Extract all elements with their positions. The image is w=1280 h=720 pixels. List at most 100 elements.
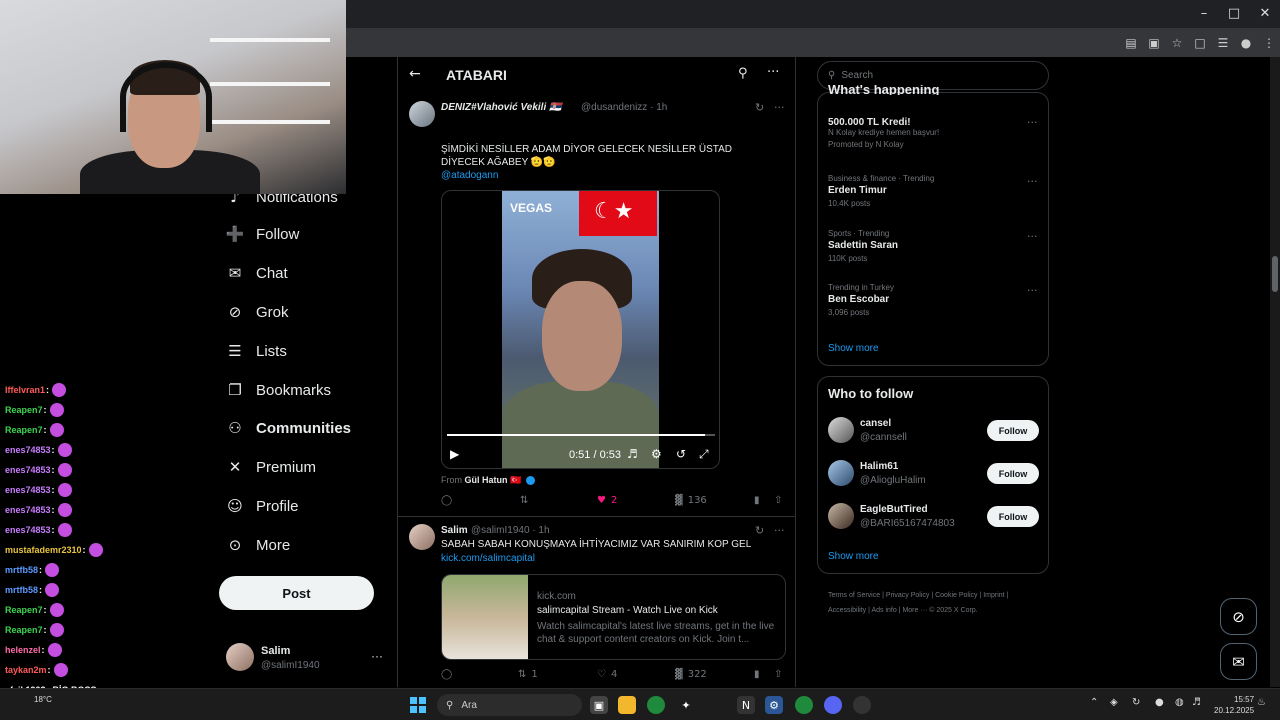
trend-item[interactable]: Trending in Turkey Ben Escobar 3,096 posts <box>828 283 894 317</box>
follow-button[interactable]: Follow <box>987 463 1039 484</box>
grok-icon[interactable]: ↻ <box>755 101 764 114</box>
trend-more-icon[interactable]: ··· <box>1027 175 1038 188</box>
sidebar-item-bookmarks[interactable]: ❐ Bookmarks <box>226 377 331 403</box>
search-icon[interactable]: ⚲ <box>738 66 748 81</box>
settings-icon[interactable]: ⚙ <box>651 447 662 461</box>
more-icon[interactable]: ··· <box>767 65 779 80</box>
tray-network-icon[interactable]: ◈ <box>1110 697 1118 708</box>
chat-username[interactable]: mustafademr2310 <box>5 545 82 555</box>
tweet-mention-link[interactable]: @atadogann <box>441 170 498 181</box>
menu-icon[interactable]: ⋮ <box>1258 28 1280 57</box>
chat-username[interactable]: mrtfb58 <box>5 565 38 575</box>
trend-item[interactable]: Sports · Trending Sadettin Saran 110K post… <box>828 229 898 263</box>
tweet-more-icon[interactable]: ··· <box>774 524 785 537</box>
chat-username[interactable]: enes74853 <box>5 445 51 455</box>
tweet-link[interactable]: kick.com/salimcapital <box>441 553 535 564</box>
translate-icon[interactable]: ▣ <box>1143 28 1165 57</box>
chat-username[interactable]: Reapen7 <box>5 405 43 415</box>
chat-username[interactable]: Iffelvran1 <box>5 385 45 395</box>
notification-bell-icon[interactable]: ♨ <box>1257 697 1266 708</box>
suggestion-handle[interactable]: @BARI65167474803 <box>860 518 955 529</box>
follow-show-more-link[interactable]: Show more <box>828 551 879 562</box>
profile-icon[interactable]: ● <box>1235 28 1257 57</box>
tray-mic-icon[interactable]: ● <box>1155 697 1164 708</box>
close-icon[interactable]: ✕ <box>1255 6 1275 21</box>
avatar[interactable] <box>409 101 435 127</box>
task-view-icon[interactable]: ▣ <box>590 696 608 714</box>
views-button[interactable]: ▓ 322 <box>675 669 707 680</box>
chat-username[interactable]: enes74853 <box>5 505 51 515</box>
obs-icon[interactable] <box>853 696 871 714</box>
repost-button[interactable]: ⇅ <box>520 495 528 506</box>
scrollbar-thumb[interactable] <box>1272 256 1278 292</box>
chat-username[interactable]: taykan2m <box>5 665 47 675</box>
like-button[interactable]: ♡ 4 <box>597 669 617 680</box>
volume-icon[interactable]: ♬ <box>627 447 638 461</box>
tray-volume-icon[interactable]: ♬ <box>1192 697 1201 708</box>
chat-username[interactable]: Reapen7 <box>5 425 43 435</box>
media-icon[interactable]: ☰ <box>1212 28 1234 57</box>
back-arrow-icon[interactable]: ← <box>409 66 421 82</box>
avatar[interactable] <box>409 524 435 550</box>
trends-show-more-link[interactable]: Show more <box>828 343 879 354</box>
sidebar-item-follow[interactable]: ➕ Follow <box>226 221 300 247</box>
chat-username[interactable]: enes74853 <box>5 465 51 475</box>
post-button[interactable]: Post <box>219 576 374 610</box>
suggestion-name[interactable]: cansel <box>860 418 891 429</box>
replay-icon[interactable]: ↺ <box>676 447 686 461</box>
share-button[interactable]: ⇧ <box>774 495 782 506</box>
chat-username[interactable]: Reapen7 <box>5 605 43 615</box>
trend-more-icon[interactable]: ··· <box>1027 230 1038 243</box>
reply-button[interactable]: ◯ <box>441 495 452 506</box>
chrome-icon[interactable] <box>647 696 665 714</box>
capcut-icon[interactable]: ✦ <box>677 696 695 714</box>
fullscreen-icon[interactable]: ⤢ <box>699 447 709 462</box>
chat-username[interactable]: enes74853 <box>5 525 51 535</box>
sidebar-item-lists[interactable]: ☰ Lists <box>226 338 287 364</box>
avatar[interactable] <box>828 503 854 529</box>
chrome-active-icon[interactable] <box>795 696 813 714</box>
sidebar-item-communities[interactable]: ⚇ Communities <box>226 415 351 441</box>
sidebar-item-premium[interactable]: ✕ Premium <box>226 454 316 480</box>
repost-button[interactable]: ⇅ 1 <box>518 669 538 680</box>
avatar[interactable] <box>828 460 854 486</box>
tweet-handle[interactable]: @dusandenizz · 1h <box>581 102 667 113</box>
chat-username[interactable]: enes74853 <box>5 485 51 495</box>
extensions-icon[interactable]: □ <box>1189 28 1211 57</box>
tweet-author[interactable]: DENIZ#Vlahović Vekili 🇷🇸 <box>441 102 561 113</box>
tweet-more-icon[interactable]: ··· <box>774 101 785 114</box>
from-name[interactable]: Gül Hatun 🇹🇷 <box>465 475 522 485</box>
link-card[interactable]: kick.com salimcapital Stream - Watch Liv… <box>441 574 786 660</box>
bookmark-button[interactable]: ▮ <box>754 495 760 506</box>
suggestion-handle[interactable]: @cannsell <box>860 432 907 443</box>
star-icon[interactable]: ☆ <box>1166 28 1188 57</box>
follow-button[interactable]: Follow <box>987 420 1039 441</box>
trend-more-icon[interactable]: ··· <box>1027 116 1038 129</box>
avatar[interactable] <box>226 643 254 671</box>
sidebar-item-chat[interactable]: ✉ Chat <box>226 260 288 286</box>
steam-icon[interactable]: ⚙ <box>765 696 783 714</box>
discord-icon[interactable] <box>824 696 842 714</box>
search-input[interactable] <box>841 70 1032 81</box>
tweet-handle[interactable]: @salimI1940 · 1h <box>471 525 550 536</box>
scrollbar[interactable] <box>1270 57 1280 687</box>
chat-username[interactable]: Reapen7 <box>5 625 43 635</box>
tweet-author[interactable]: Salim <box>441 525 468 536</box>
suggestion-handle[interactable]: @AliogluHalim <box>860 475 926 486</box>
chat-username[interactable]: mrtfb58 <box>5 585 38 595</box>
video-player[interactable]: ☾★ VEGAS ▶ 0:51 / 0:53 ♬ ⚙ ↺ ⤢ <box>441 190 720 469</box>
bookmark-button[interactable]: ▮ <box>754 669 760 680</box>
chat-username[interactable]: helenzel <box>5 645 41 655</box>
file-explorer-icon[interactable] <box>618 696 636 714</box>
tray-chevron-icon[interactable]: ⌃ <box>1090 697 1098 708</box>
tray-wifi-icon[interactable]: ◍ <box>1175 697 1184 708</box>
install-app-icon[interactable]: ▤ <box>1120 28 1142 57</box>
footer-links[interactable]: Terms of Service | Privacy Policy | Cook… <box>828 588 1043 618</box>
suggestion-name[interactable]: Halim61 <box>860 461 898 472</box>
taskbar-search[interactable]: ⚲ Ara <box>437 694 582 716</box>
trend-item[interactable]: 500.000 TL Kredi! N Kolay krediye hemen b… <box>828 115 939 149</box>
sidebar-item-notifications[interactable]: ♪ Notifications <box>226 194 338 206</box>
minimize-icon[interactable]: – <box>1194 6 1214 21</box>
like-button[interactable]: ♥ 2 <box>597 495 617 506</box>
trend-item[interactable]: Business & finance · Trending Erden Timur… <box>828 174 934 208</box>
